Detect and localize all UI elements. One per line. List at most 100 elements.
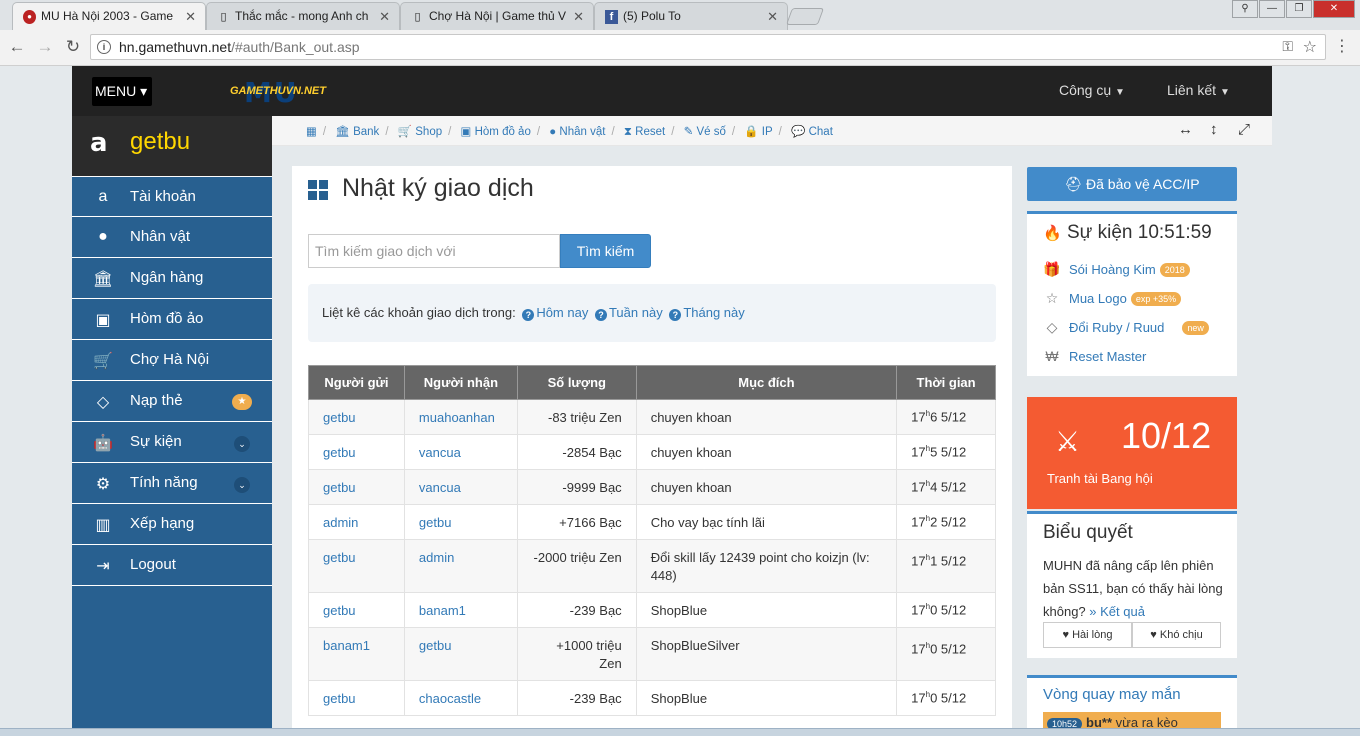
sender-cell[interactable]: banam1 bbox=[308, 627, 405, 681]
bar-chart-icon: ▥ bbox=[95, 517, 111, 534]
heart-icon: ♥ bbox=[1062, 629, 1070, 641]
key-icon[interactable]: ⚿ bbox=[1282, 38, 1293, 55]
tab-thac-mac[interactable]: ▯ Thắc mắc - mong Anh ch ✕ bbox=[206, 2, 400, 30]
vote-unsatisfied-button[interactable]: ♥ Khó chịu bbox=[1132, 622, 1221, 648]
window-close-icon[interactable]: ✕ bbox=[1313, 0, 1355, 18]
purpose-cell: chuyen khoan bbox=[635, 434, 898, 470]
sidebar-item-topup[interactable]: ◇ Nạp thẻ ★ bbox=[72, 381, 272, 422]
sender-cell[interactable]: getbu bbox=[308, 592, 405, 628]
receiver-cell[interactable]: banam1 bbox=[403, 592, 518, 628]
forward-arrow-icon[interactable]: → bbox=[34, 36, 56, 58]
tab-facebook[interactable]: f (5) Polu To ✕ bbox=[594, 2, 788, 30]
amount-cell: -2854 Bạc bbox=[516, 434, 637, 470]
browser-menu-icon[interactable]: ⋮ bbox=[1334, 38, 1350, 56]
event-exchange-ruby[interactable]: ◇ Đổi Ruby / Ruud new bbox=[1043, 319, 1209, 336]
close-icon[interactable]: ✕ bbox=[767, 3, 778, 30]
clan-war-box[interactable]: ⚔ 10/12 Tranh tài Bang hội bbox=[1027, 397, 1237, 509]
breadcrumb-ip[interactable]: 🔒 IP bbox=[744, 126, 772, 138]
search-button[interactable]: Tìm kiếm bbox=[560, 234, 651, 268]
event-reset-master[interactable]: ₩ Reset Master bbox=[1043, 348, 1146, 364]
filter-week[interactable]: ? Tuần này bbox=[592, 305, 663, 321]
receiver-cell[interactable]: getbu bbox=[403, 627, 518, 681]
question-icon: ? bbox=[522, 309, 535, 321]
sidebar-item-account[interactable]: a Tài khoản bbox=[72, 176, 272, 217]
close-icon[interactable]: ✕ bbox=[573, 3, 584, 30]
breadcrumb-bank[interactable]: 🏛 Bank bbox=[335, 126, 379, 138]
vote-satisfied-button[interactable]: ♥ Hài lòng bbox=[1043, 622, 1132, 648]
sidebar-item-events[interactable]: 🤖 Sự kiện ⌄ bbox=[72, 422, 272, 463]
lucky-wheel-title[interactable]: Vòng quay may mắn bbox=[1043, 686, 1181, 703]
menu-button[interactable]: MENU ▾ bbox=[92, 77, 152, 106]
sidebar-item-logout[interactable]: ⇥ Logout bbox=[72, 545, 272, 586]
lock-icon: 🔒 bbox=[744, 126, 759, 138]
restore-icon[interactable]: ❐ bbox=[1286, 0, 1312, 18]
sender-cell[interactable]: getbu bbox=[308, 680, 405, 716]
receiver-cell[interactable]: admin bbox=[403, 539, 518, 593]
gears-icon: ⚙ bbox=[95, 476, 111, 493]
amount-cell: +7166 Bạc bbox=[516, 504, 637, 540]
info-icon[interactable]: i bbox=[97, 40, 111, 54]
fullscreen-icon[interactable]: ⤢ bbox=[1238, 121, 1250, 138]
briefcase-icon: ▣ bbox=[95, 312, 111, 329]
purpose-cell: ShopBlue bbox=[635, 680, 898, 716]
event-box: 🔥 Sự kiện 10:51:59 🎁 Sói Hoàng Kim 2018 ☆ M… bbox=[1027, 211, 1237, 376]
amount-cell: -2000 triệu Zen bbox=[516, 539, 637, 593]
breadcrumb-shop[interactable]: 🛒 Shop bbox=[398, 126, 442, 138]
back-arrow-icon[interactable]: ← bbox=[6, 36, 28, 58]
breadcrumb-character[interactable]: ● Nhân vật bbox=[549, 126, 605, 138]
star-icon: ☆ bbox=[1045, 290, 1059, 306]
sidebar-item-ranking[interactable]: ▥ Xếp hạng bbox=[72, 504, 272, 545]
breadcrumb-lottery[interactable]: ✎ Vé số bbox=[684, 126, 726, 138]
sidebar-item-features[interactable]: ⚙ Tính năng ⌄ bbox=[72, 463, 272, 504]
profile-icon[interactable]: ⚲ bbox=[1232, 0, 1258, 18]
reload-icon[interactable]: ↻ bbox=[62, 36, 84, 58]
fire-icon: 🔥 bbox=[1043, 225, 1062, 242]
protect-account-button[interactable]: ⛑ Đã bảo vệ ACC/IP bbox=[1027, 167, 1237, 201]
breadcrumb-chest[interactable]: ▣ Hòm đồ ảo bbox=[461, 126, 531, 138]
horizontal-resize-icon[interactable]: ↔ bbox=[1178, 121, 1193, 138]
url-path: /#auth/Bank_out.asp bbox=[231, 39, 360, 55]
receiver-cell[interactable]: vancua bbox=[403, 469, 518, 505]
sidebar-item-virtual-chest[interactable]: ▣ Hòm đồ ảo bbox=[72, 299, 272, 340]
site-logo[interactable]: MU GAMETHUVN.NET bbox=[230, 76, 350, 109]
close-icon[interactable]: ✕ bbox=[379, 3, 390, 30]
sidebar-item-market[interactable]: 🛒 Chợ Hà Nội bbox=[72, 340, 272, 381]
vertical-resize-icon[interactable]: ↕ bbox=[1210, 121, 1218, 138]
new-tab-button[interactable] bbox=[785, 8, 825, 25]
event-soi-hoang-kim[interactable]: 🎁 Sói Hoàng Kim 2018 bbox=[1043, 261, 1190, 278]
filter-month[interactable]: ? Tháng này bbox=[666, 305, 745, 321]
filter-today[interactable]: ? Hôm nay bbox=[519, 305, 588, 321]
sender-cell[interactable]: getbu bbox=[308, 469, 405, 505]
receiver-cell[interactable]: getbu bbox=[403, 504, 518, 540]
sender-cell[interactable]: getbu bbox=[308, 539, 405, 593]
breadcrumb-reset[interactable]: ⧗ Reset bbox=[624, 126, 665, 138]
tab-cho-hanoi[interactable]: ▯ Chợ Hà Nội | Game thủ V ✕ bbox=[400, 2, 594, 30]
filter-label: Liệt kê các khoản giao dịch trong: bbox=[322, 305, 516, 320]
tab-mu-hanoi[interactable]: ● MU Hà Nội 2003 - Game ✕ bbox=[12, 2, 206, 30]
time-cell: 17h4 5/12 bbox=[896, 469, 996, 505]
breadcrumb-chat[interactable]: 💬 Chat bbox=[791, 126, 833, 138]
url-input[interactable]: i hn.gamethuvn.net/#auth/Bank_out.asp ⚿ … bbox=[90, 34, 1326, 60]
gift-icon: 🎁 bbox=[1043, 261, 1061, 277]
calendar-icon[interactable]: ▦ bbox=[306, 126, 317, 138]
time-cell: 17h6 5/12 bbox=[896, 399, 996, 435]
sender-cell[interactable]: admin bbox=[308, 504, 405, 540]
tools-dropdown[interactable]: Công cụ ▼ bbox=[1059, 82, 1125, 98]
poll-result-link[interactable]: » Kết quả bbox=[1089, 604, 1145, 619]
receiver-cell[interactable]: vancua bbox=[403, 434, 518, 470]
minimize-icon[interactable]: — bbox=[1259, 0, 1285, 18]
search-input[interactable]: Tìm kiếm giao dịch với bbox=[308, 234, 560, 268]
bookmark-star-icon[interactable]: ☆ bbox=[1303, 37, 1317, 57]
sender-cell[interactable]: getbu bbox=[308, 434, 405, 470]
event-buy-logo[interactable]: ☆ Mua Logo exp +35% bbox=[1043, 290, 1182, 307]
poll-title: Biểu quyết bbox=[1043, 522, 1133, 543]
receiver-cell[interactable]: chaocastle bbox=[403, 680, 518, 716]
sidebar-item-bank[interactable]: 🏛 Ngân hàng bbox=[72, 258, 272, 299]
receiver-cell[interactable]: muahoanhan bbox=[403, 399, 518, 435]
close-icon[interactable]: ✕ bbox=[185, 3, 196, 30]
links-dropdown[interactable]: Liên kết ▼ bbox=[1167, 82, 1230, 98]
time-cell: 17h0 5/12 bbox=[896, 592, 996, 628]
sender-cell[interactable]: getbu bbox=[308, 399, 405, 435]
sidebar-item-character[interactable]: ● Nhân vật bbox=[72, 217, 272, 258]
address-bar: ← → ↻ i hn.gamethuvn.net/#auth/Bank_out.… bbox=[0, 30, 1360, 66]
